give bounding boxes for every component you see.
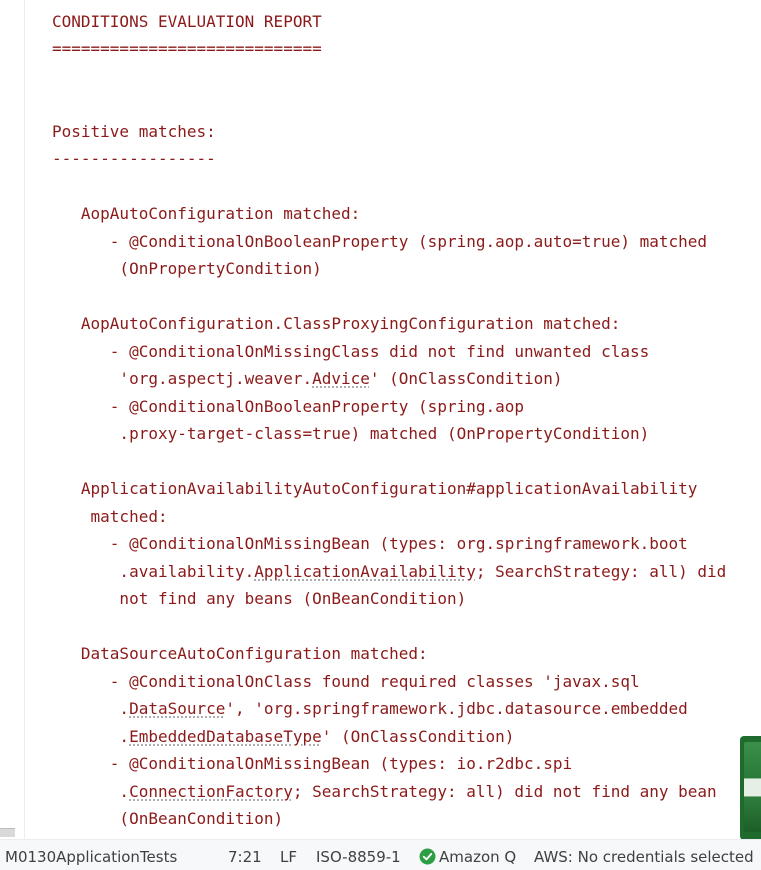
code-line: =========================== [52,0,726,8]
thumbnail-image [744,742,761,832]
code-line: .EmbeddedDatabaseType' (OnClassCondition… [52,726,515,746]
inspection-highlight[interactable]: EmbeddedDatabaseType [129,727,322,746]
status-aws-credentials[interactable]: AWS: No credentials selected [534,848,754,866]
inspection-highlight[interactable]: ApplicationAvailability [254,562,476,581]
check-circle-icon [419,848,436,865]
code-line: DataSourceAutoConfiguration matched: [52,644,428,663]
code-line: .DataSource', 'org.springframework.jdbc.… [52,699,688,718]
status-bar: M0130ApplicationTests 7:21 LF ISO-8859-1… [0,839,761,870]
code-line: ApplicationAvailabilityAutoConfiguration… [52,479,698,498]
code-line: Positive matches: [52,121,216,141]
code-line: - @ConditionalOnMissingBean (types: io.r… [52,754,573,773]
code-line: - @ConditionalOnMissingClass did not fin… [52,341,650,361]
code-line: - @ConditionalOnMissingBean (types: org.… [52,534,688,553]
status-line-separator[interactable]: LF [280,848,297,866]
status-amazon-q[interactable]: Amazon Q [419,848,516,866]
status-amazon-q-label: Amazon Q [439,848,517,866]
code-line: .ConnectionFactory; SearchStrategy: all)… [52,781,717,801]
code-line: CONDITIONS EVALUATION REPORT [52,11,322,31]
code-text[interactable]: =========================== CONDITIONS EV… [52,0,726,833]
code-line: 'org.aspectj.weaver.Advice' (OnClassCond… [52,369,563,388]
status-cursor-position[interactable]: 7:21 [228,848,262,866]
editor-gutter [0,0,25,839]
code-line: AopAutoConfiguration.ClassProxyingConfig… [52,314,621,333]
code-line: (OnPropertyCondition) [52,259,322,278]
horizontal-scrollbar[interactable] [0,828,15,837]
code-line: matched: [52,506,168,526]
code-line: AopAutoConfiguration matched: [52,204,361,223]
floating-preview-thumbnail[interactable] [740,736,761,839]
status-file-name[interactable]: M0130ApplicationTests [5,848,177,866]
code-line: .availability.ApplicationAvailability; S… [52,561,727,581]
code-line: .proxy-target-class=true) matched (OnPro… [52,424,650,443]
code-line: ----------------- [52,149,216,168]
code-line: - @ConditionalOnClass found required cla… [52,671,640,691]
inspection-highlight[interactable]: ConnectionFactory [129,782,293,801]
code-line: not find any beans (OnBeanCondition) [52,589,467,608]
code-line: - @ConditionalOnBooleanProperty (spring.… [52,396,525,416]
code-line: - @ConditionalOnBooleanProperty (spring.… [52,231,708,251]
status-encoding[interactable]: ISO-8859-1 [316,848,401,866]
inspection-highlight[interactable]: Advice [312,369,370,388]
code-line: ============================ [52,39,322,58]
inspection-highlight[interactable]: DataSource [129,699,225,718]
code-line: (OnBeanCondition) [52,809,284,828]
editor-pane[interactable]: =========================== CONDITIONS EV… [0,0,761,839]
